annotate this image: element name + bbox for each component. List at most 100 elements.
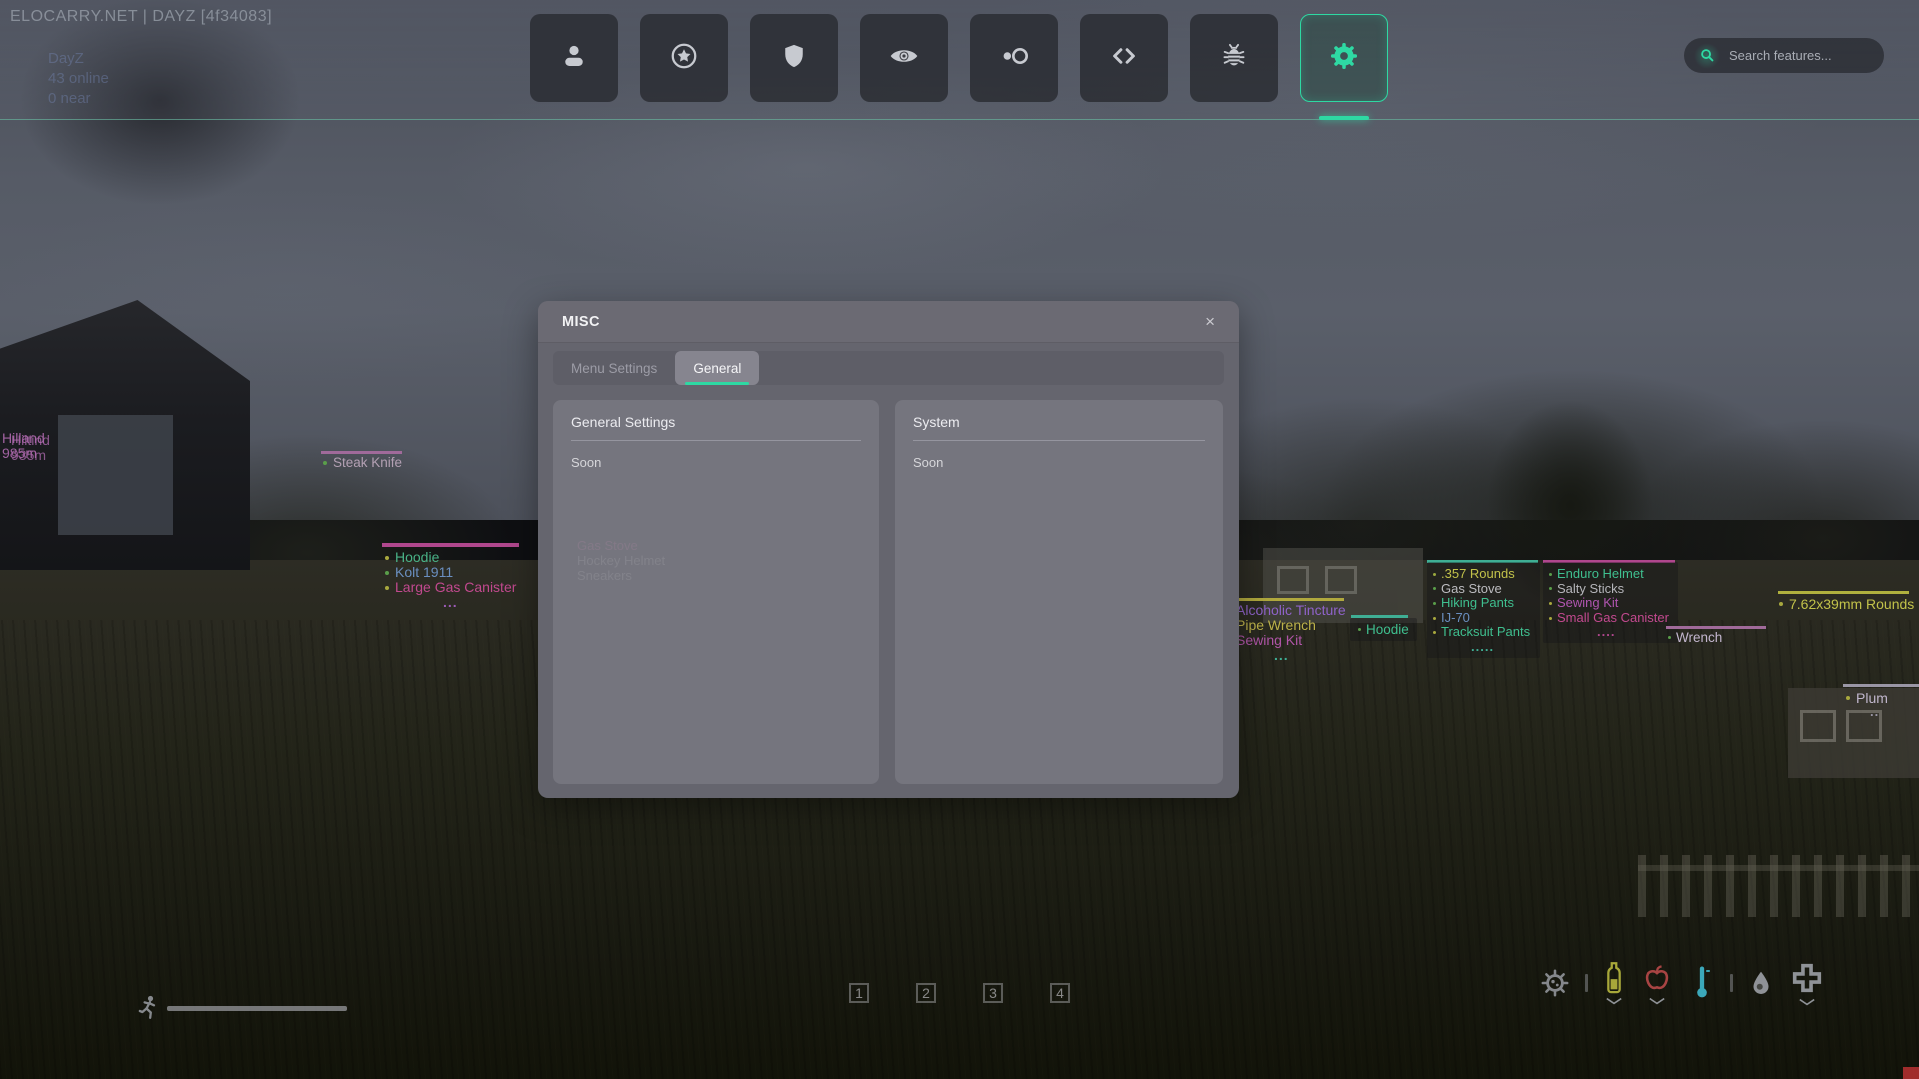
esp-item-label: Small Gas Canister bbox=[1549, 610, 1678, 626]
chevron-down-icon bbox=[1606, 997, 1622, 1005]
esp-item-text: Kolt 1911 bbox=[395, 564, 454, 580]
esp-item-dot bbox=[1549, 601, 1552, 605]
feature-tab-bar bbox=[530, 14, 1388, 102]
esp-ghost-text: Hockey Helmet bbox=[577, 553, 666, 568]
esp-item-dot bbox=[1433, 616, 1436, 620]
esp-tracer-line bbox=[1238, 598, 1344, 601]
esp-item-label: Large Gas Canister bbox=[385, 580, 516, 595]
tab-visuals-button[interactable] bbox=[860, 14, 948, 102]
modal-header: MISC × bbox=[538, 301, 1239, 343]
esp-item-label: Hoodie bbox=[385, 550, 516, 565]
panel-divider bbox=[913, 440, 1205, 441]
search-icon bbox=[1694, 42, 1720, 69]
hotkey-slot-3[interactable]: 3 bbox=[983, 983, 1003, 1003]
tab-settings-button[interactable] bbox=[1300, 14, 1388, 102]
search-input[interactable] bbox=[1727, 47, 1861, 64]
hotkey-number: 4 bbox=[1056, 985, 1064, 1001]
tab-menu-settings[interactable]: Menu Settings bbox=[553, 351, 675, 385]
chevron-down-icon bbox=[1799, 998, 1815, 1006]
thirst-bottle-icon bbox=[1601, 961, 1627, 1005]
esp-item-text: Enduro Helmet bbox=[1557, 566, 1644, 581]
esp-item-label: Plum bbox=[1846, 690, 1888, 706]
tab-shield-button[interactable] bbox=[750, 14, 838, 102]
esp-item-text: 7.62x39mm Rounds bbox=[1789, 596, 1915, 612]
panel-title: System bbox=[913, 414, 960, 430]
tab-debug-button[interactable] bbox=[1190, 14, 1278, 102]
modal-tab-bar: Menu Settings General bbox=[553, 351, 1224, 385]
esp-item-text: Hoodie bbox=[1366, 622, 1409, 637]
esp-item-dot bbox=[1433, 631, 1436, 635]
tab-label: General bbox=[693, 360, 742, 376]
modal-panels: General Settings Soon System Soon bbox=[553, 400, 1224, 784]
hotkey-number: 2 bbox=[922, 985, 930, 1001]
star-circle-icon bbox=[669, 41, 699, 76]
game-screen: ELOCARRY.NET | DAYZ [4f34083] DayZ 43 on… bbox=[0, 0, 1919, 1079]
tab-code-button[interactable] bbox=[1080, 14, 1168, 102]
stamina-runner-icon bbox=[136, 994, 160, 1027]
active-tab-underline bbox=[1319, 116, 1369, 120]
tab-toggles-button[interactable] bbox=[970, 14, 1058, 102]
mountain-name: Hiltind bbox=[11, 432, 50, 448]
panel-title: General Settings bbox=[571, 414, 676, 430]
shed-window bbox=[58, 415, 173, 535]
hotkey-number: 3 bbox=[989, 985, 997, 1001]
esp-item-label: IJ-70 bbox=[1433, 609, 1540, 626]
esp-item-cluster: .357 Rounds Gas Stove Hiking Pants IJ-70… bbox=[1427, 562, 1540, 658]
active-tab-underline bbox=[685, 382, 750, 385]
hotkey-slot-1[interactable]: 1 bbox=[849, 983, 869, 1003]
esp-item-dot bbox=[1549, 587, 1552, 591]
esp-tracer-line bbox=[382, 543, 519, 547]
esp-item-label: Kolt 1911 bbox=[385, 565, 516, 580]
esp-item-dot bbox=[1846, 696, 1850, 700]
window bbox=[1325, 566, 1357, 594]
corner-indicator bbox=[1903, 1067, 1919, 1079]
shield-icon bbox=[780, 42, 808, 75]
modal-title: MISC bbox=[562, 313, 600, 330]
esp-item-text: .357 Rounds bbox=[1441, 566, 1515, 581]
health-cross-icon bbox=[1789, 960, 1825, 1006]
esp-item-dot bbox=[1668, 636, 1671, 639]
esp-more-indicator: ... bbox=[1274, 647, 1289, 663]
hotkey-bar: 1 2 3 4 bbox=[849, 983, 1070, 1003]
esp-item-label: Hiking Pants bbox=[1433, 596, 1540, 611]
tab-favorites-button[interactable] bbox=[640, 14, 728, 102]
esp-item-text: Alcoholic Tincture bbox=[1236, 602, 1346, 618]
window bbox=[1800, 710, 1836, 742]
close-icon[interactable]: × bbox=[1205, 313, 1215, 330]
esp-tracer-line bbox=[1778, 591, 1909, 594]
hotkey-slot-4[interactable]: 4 bbox=[1050, 983, 1070, 1003]
bug-icon bbox=[1220, 42, 1248, 75]
esp-item-text: Steak Knife bbox=[333, 455, 403, 470]
esp-item-label: Salty Sticks bbox=[1549, 581, 1678, 597]
server-info: DayZ 43 online 0 near bbox=[48, 49, 109, 109]
esp-item-dot bbox=[385, 585, 389, 590]
esp-more-indicator: ... bbox=[443, 594, 458, 610]
esp-item-text: Sewing Kit bbox=[1557, 595, 1619, 611]
esp-item-label: 7.62x39mm Rounds bbox=[1779, 596, 1914, 612]
esp-item-dot bbox=[1549, 572, 1552, 576]
hotkey-slot-2[interactable]: 2 bbox=[916, 983, 936, 1003]
esp-item-text: Pipe Wrench bbox=[1236, 617, 1316, 633]
esp-item-text: IJ-70 bbox=[1441, 609, 1470, 625]
eye-icon bbox=[888, 40, 920, 77]
tab-player-button[interactable] bbox=[530, 14, 618, 102]
esp-tracer-line bbox=[321, 451, 402, 454]
esp-item-label: Steak Knife bbox=[323, 455, 402, 470]
status-divider bbox=[1730, 974, 1733, 992]
general-settings-panel: General Settings Soon bbox=[553, 400, 879, 784]
esp-item-text: Tracksuit Pants bbox=[1441, 624, 1531, 640]
fence bbox=[1638, 855, 1919, 917]
esp-tracer-line bbox=[1843, 684, 1919, 687]
esp-item-dot bbox=[1433, 601, 1436, 605]
server-online: 43 online bbox=[48, 70, 109, 87]
status-icon-row bbox=[1538, 960, 1825, 1006]
panel-body-text: Soon bbox=[913, 455, 944, 470]
esp-ghost-items: Gas Stove Hockey Helmet Sneakers bbox=[577, 538, 665, 583]
esp-item-text: Wrench bbox=[1676, 630, 1723, 645]
esp-ghost-text: Sneakers bbox=[577, 568, 632, 583]
window bbox=[1277, 566, 1309, 594]
esp-item-text: Hoodie bbox=[395, 549, 440, 565]
tab-general[interactable]: General bbox=[675, 351, 760, 385]
esp-item-cluster: Enduro Helmet Salty Sticks Sewing Kit Sm… bbox=[1543, 562, 1678, 643]
esp-mountain-label: Hiltind 935m bbox=[11, 433, 50, 463]
